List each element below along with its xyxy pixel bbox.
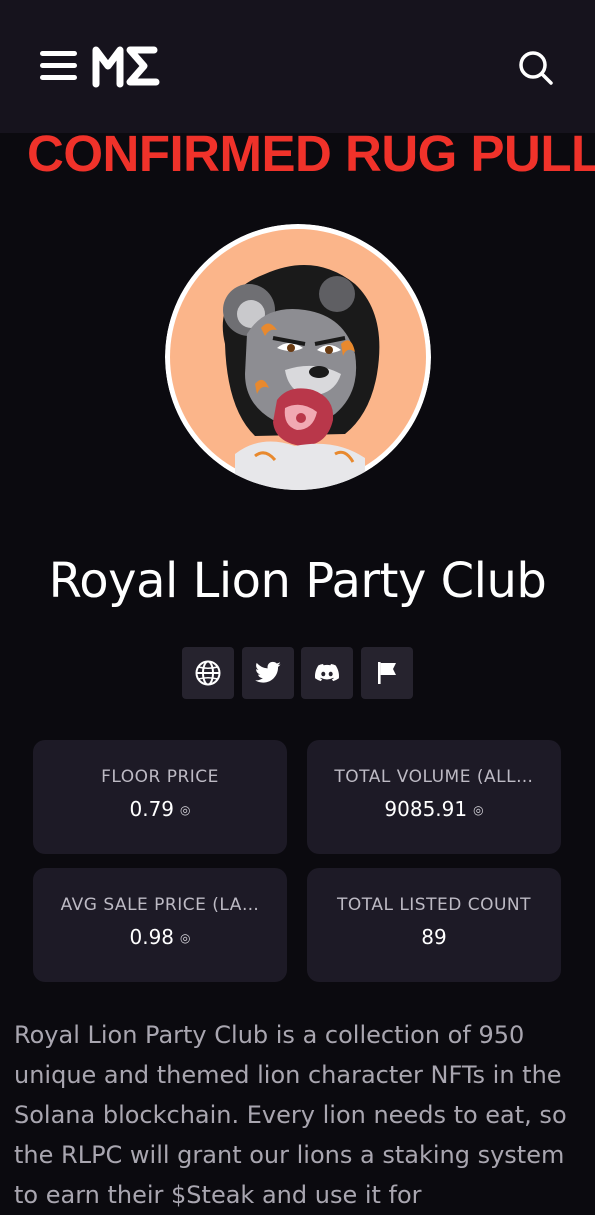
collection-title: Royal Lion Party Club bbox=[48, 553, 547, 609]
total-volume-label: TOTAL VOLUME (ALL… bbox=[334, 767, 534, 787]
avg-sale-price-value: 0.98 ◎ bbox=[129, 925, 191, 949]
collection-description: Royal Lion Party Club is a collection of… bbox=[14, 1021, 567, 1209]
flag-icon bbox=[378, 662, 396, 684]
avg-sale-price-label: AVG SALE PRICE (LA… bbox=[60, 895, 260, 915]
report-flag-button[interactable] bbox=[361, 647, 413, 699]
collection-avatar bbox=[165, 224, 431, 490]
total-listed-card: TOTAL LISTED COUNT 89 bbox=[307, 868, 561, 982]
sol-currency-icon: ◎ bbox=[473, 803, 484, 817]
floor-price-card: FLOOR PRICE 0.79 ◎ bbox=[33, 740, 287, 854]
total-volume-card: TOTAL VOLUME (ALL… 9085.91 ◎ bbox=[307, 740, 561, 854]
floor-price-label: FLOOR PRICE bbox=[101, 767, 219, 787]
discord-icon bbox=[315, 664, 340, 682]
top-navbar bbox=[0, 0, 595, 133]
website-link-button[interactable] bbox=[182, 647, 234, 699]
twitter-link-button[interactable] bbox=[242, 647, 294, 699]
twitter-icon bbox=[255, 661, 281, 683]
sol-currency-icon: ◎ bbox=[180, 803, 191, 817]
hamburger-menu-icon[interactable] bbox=[40, 51, 77, 81]
search-icon[interactable] bbox=[515, 47, 555, 87]
total-volume-value: 9085.91 ◎ bbox=[384, 797, 484, 821]
floor-price-value: 0.79 ◎ bbox=[129, 797, 191, 821]
avg-sale-price-card: AVG SALE PRICE (LA… 0.98 ◎ bbox=[33, 868, 287, 982]
magic-eden-logo[interactable] bbox=[92, 44, 160, 88]
rug-pull-banner: CONFIRMED RUG PULL bbox=[27, 125, 595, 182]
discord-link-button[interactable] bbox=[301, 647, 353, 699]
sol-currency-icon: ◎ bbox=[180, 931, 191, 945]
total-listed-value: 89 bbox=[421, 925, 447, 949]
total-listed-label: TOTAL LISTED COUNT bbox=[336, 895, 532, 915]
globe-icon bbox=[195, 660, 221, 686]
